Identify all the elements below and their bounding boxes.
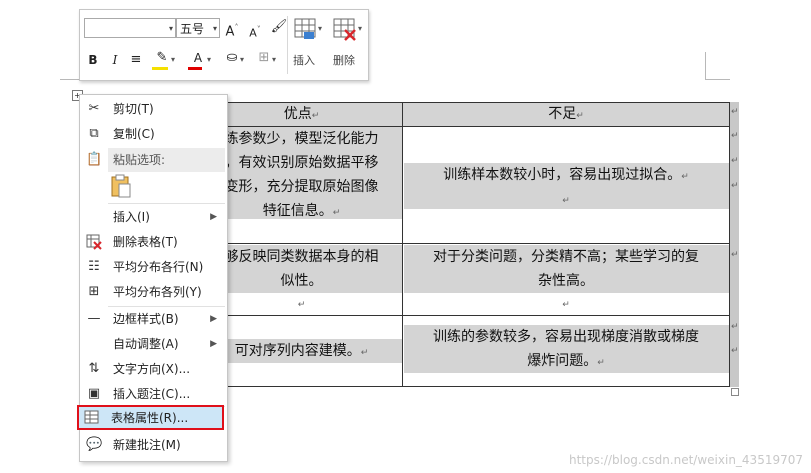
highlighter-icon: ✎ xyxy=(156,50,168,65)
toolbar-separator xyxy=(287,16,288,74)
page-margin-guide xyxy=(60,79,80,80)
end-of-row-mark: ↵ xyxy=(731,181,739,191)
end-of-row-mark: ↵ xyxy=(731,156,739,166)
highlight-color-button[interactable]: ✎ ▾ xyxy=(150,50,176,70)
chevron-down-icon: ▾ xyxy=(168,24,173,33)
table-insert-icon xyxy=(294,18,316,39)
bold-icon: B xyxy=(88,53,98,67)
text-direction-icon: ⇅ xyxy=(88,361,100,376)
menu-item-autofit[interactable]: 自动调整(A) ▶ xyxy=(80,332,225,356)
page-margin-guide xyxy=(705,79,730,80)
border-style-icon: — xyxy=(87,311,101,326)
mini-toolbar: ▾ 五号 ▾ A˄ A˅ 🖌 B I ≡ ✎ ▾ A ▾ ⛀ ▾ ⊞ ▾ ▾ 插… xyxy=(79,9,369,81)
menu-item-paste-options: 📋 粘贴选项: xyxy=(86,152,166,167)
grow-font-button[interactable]: A˄ xyxy=(224,20,240,40)
shrink-font-button[interactable]: A˅ xyxy=(247,22,263,42)
menu-item-text-direction[interactable]: ⇅ 文字方向(X)... xyxy=(80,357,225,381)
menu-item-table-properties[interactable]: 表格属性(R)... xyxy=(77,405,224,430)
table-delete-icon xyxy=(333,18,356,41)
page-margin-guide xyxy=(705,52,706,79)
center-align-button[interactable]: ≡ xyxy=(128,52,144,68)
font-color-bar xyxy=(188,67,202,70)
delete-label: 删除 xyxy=(333,54,355,67)
clipboard-icon xyxy=(111,174,131,198)
table-header-cell[interactable]: 优点↵ xyxy=(201,103,402,128)
chevron-down-icon: ▾ xyxy=(212,24,217,33)
watermark: https://blog.csdn.net/weixin_43519707 xyxy=(568,453,803,467)
chevron-down-icon: ▾ xyxy=(358,24,363,33)
chevron-right-icon: ▶ xyxy=(210,314,217,324)
font-color-icon: A xyxy=(193,51,203,65)
font-size-combobox[interactable]: 五号 ▾ xyxy=(176,18,220,38)
menu-item-insert[interactable]: 插入(I) ▶ xyxy=(80,205,225,229)
font-name-combobox[interactable]: ▾ xyxy=(84,18,176,38)
table-resize-handle[interactable] xyxy=(731,388,739,396)
chevron-down-icon: ▾ xyxy=(272,55,277,64)
format-painter-button[interactable]: 🖌 xyxy=(270,19,288,35)
italic-icon: I xyxy=(112,53,118,67)
chevron-down-icon: ▾ xyxy=(171,55,176,64)
paste-icon: 📋 xyxy=(86,152,103,167)
font-size-value: 五号 xyxy=(180,22,205,36)
copy-icon: ⧉ xyxy=(89,126,99,141)
distribute-columns-icon: ⊞ xyxy=(88,284,100,299)
end-of-row-mark: ↵ xyxy=(731,107,739,117)
table-cell[interactable]: 对于分类问题，分类精不高；某些学习的复 杂性高。 ↵ xyxy=(403,245,729,317)
menu-item-delete-table[interactable]: 删除表格(T) xyxy=(80,230,225,254)
new-comment-icon: 💬 xyxy=(86,437,103,452)
font-color-button[interactable]: A ▾ xyxy=(186,50,212,70)
end-of-row-mark: ↵ xyxy=(731,250,739,260)
document-table[interactable]: 优点↵ 不足↵ 练参数少，模型泛化能力 ，有效识别原始数据平移 变形，充分提取原… xyxy=(200,102,730,387)
menu-item-copy[interactable]: ⧉ 复制(C) xyxy=(80,122,225,146)
bold-button[interactable]: B xyxy=(86,52,100,68)
menu-item-cut[interactable]: ✂ 剪切(T) xyxy=(80,97,225,121)
menu-separator xyxy=(108,203,225,204)
distribute-rows-icon: ☷ xyxy=(88,259,100,274)
insert-table-button[interactable]: ▾ 插入 xyxy=(290,14,324,74)
chevron-down-icon: ▾ xyxy=(318,24,323,33)
menu-item-insert-caption[interactable]: ▣ 插入题注(C)... xyxy=(80,382,225,406)
menu-item-distribute-columns[interactable]: ⊞ 平均分布各列(Y) xyxy=(80,280,225,304)
chevron-right-icon: ▶ xyxy=(210,339,217,349)
shrink-font-icon: A xyxy=(249,26,257,40)
delete-table-button[interactable]: ▾ 删除 xyxy=(328,14,364,74)
italic-button[interactable]: I xyxy=(108,52,122,68)
table-cell[interactable]: 够反映同类数据本身的相 似性。 ↵ xyxy=(201,245,402,317)
paste-keep-formatting-button[interactable] xyxy=(110,174,134,200)
insert-caption-icon: ▣ xyxy=(87,386,101,401)
table-grid-line xyxy=(201,243,729,244)
chevron-down-icon: ▾ xyxy=(240,55,245,64)
paint-bucket-icon: ⛀ xyxy=(226,50,238,65)
paintbrush-icon: 🖌 xyxy=(270,19,288,34)
end-of-row-mark: ↵ xyxy=(731,131,739,141)
chevron-right-icon: ▶ xyxy=(210,212,217,222)
delete-table-icon xyxy=(86,234,102,250)
menu-item-label: 表格属性(R)... xyxy=(111,411,189,425)
table-cell[interactable]: 训练样本数较小时，容易出现过拟合。↵ ↵ xyxy=(403,163,729,213)
insert-label: 插入 xyxy=(293,54,315,67)
borders-button[interactable]: ⊞ ▾ xyxy=(252,50,276,66)
shading-button[interactable]: ⛀ ▾ xyxy=(220,50,244,66)
menu-item-border-style[interactable]: — 边框样式(B) ▶ xyxy=(80,307,225,331)
highlight-color-bar xyxy=(152,67,168,70)
table-properties-icon xyxy=(84,409,100,425)
align-center-icon: ≡ xyxy=(130,52,142,67)
border-grid-icon: ⊞ xyxy=(258,50,270,65)
chevron-down-icon: ▾ xyxy=(207,55,212,64)
table-cell[interactable]: 练参数少，模型泛化能力 ，有效识别原始数据平移 变形，充分提取原始图像 特征信息… xyxy=(201,127,402,225)
table-header-cell[interactable]: 不足↵ xyxy=(403,103,729,128)
table-cell[interactable]: 训练的参数较多，容易出现梯度消散或梯度 爆炸问题。↵ xyxy=(403,325,729,375)
end-of-row-mark: ↵ xyxy=(731,322,739,332)
table-cell[interactable]: 可对序列内容建模。↵ xyxy=(201,339,402,365)
menu-item-new-comment[interactable]: 💬 新建批注(M) xyxy=(80,433,225,457)
end-of-row-mark: ↵ xyxy=(731,346,739,356)
table-end-of-row-column xyxy=(730,102,739,387)
menu-item-distribute-rows[interactable]: ☷ 平均分布各行(N) xyxy=(80,255,225,279)
scissors-icon: ✂ xyxy=(88,101,100,116)
